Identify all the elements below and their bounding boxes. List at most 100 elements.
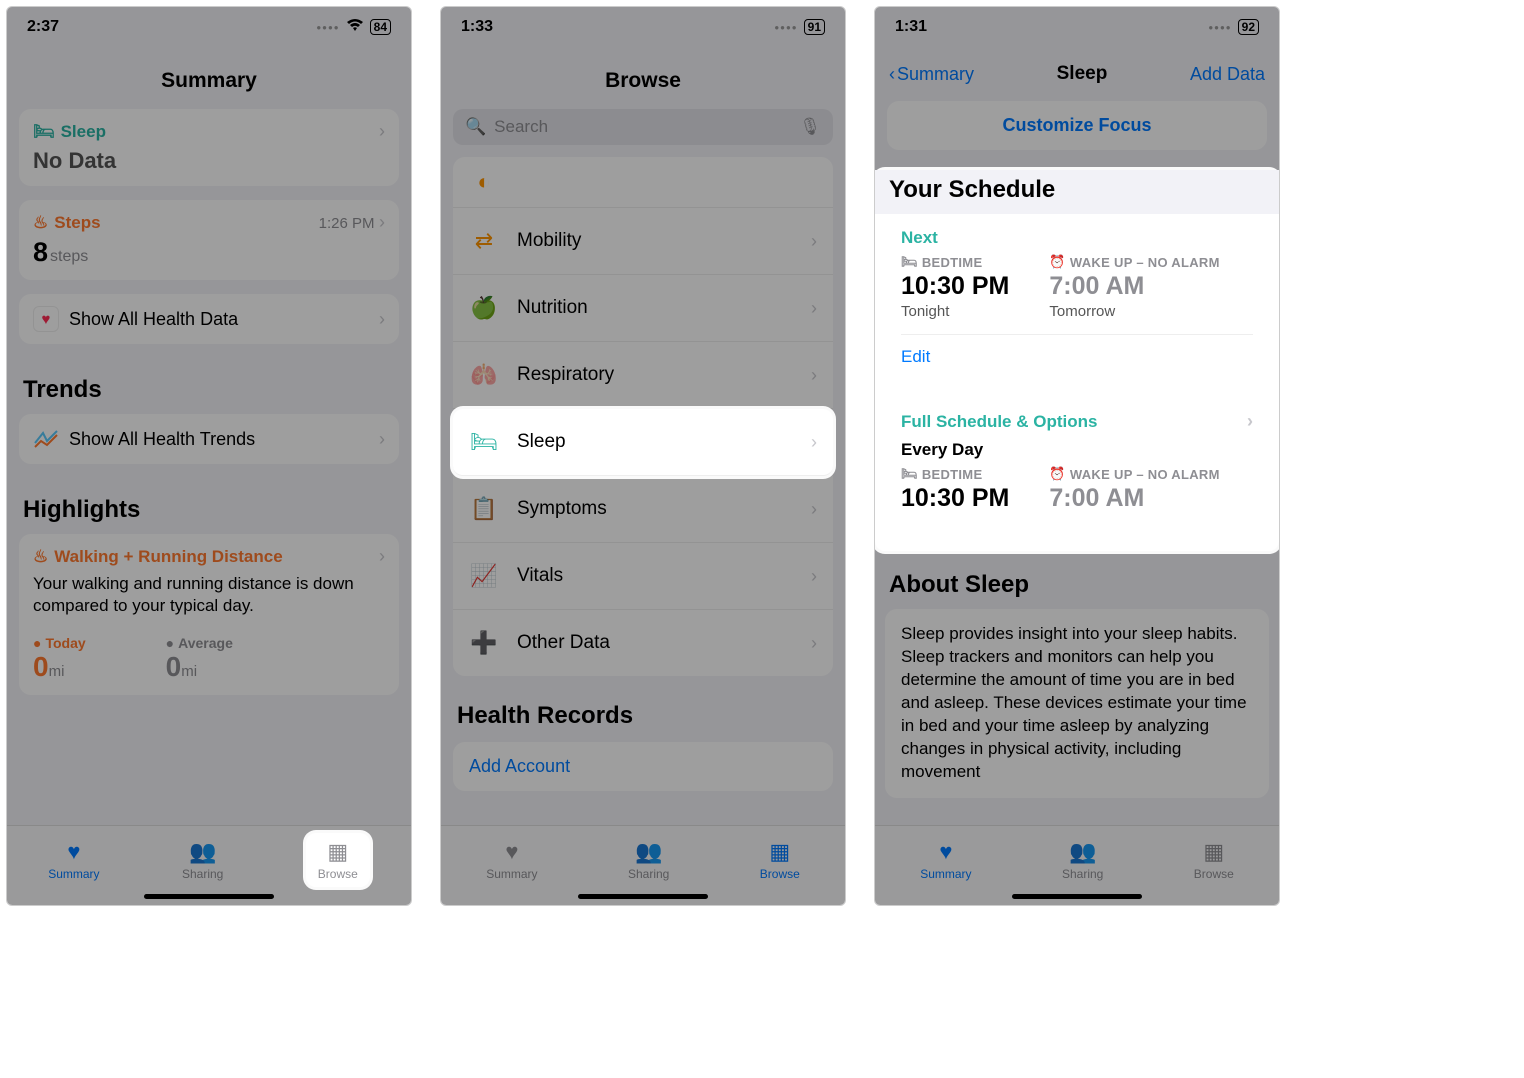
list-item-symptoms[interactable]: 📋 Symptoms › — [453, 476, 833, 543]
flame-icon: ♨ — [33, 213, 48, 233]
bed-icon: 🛏 — [33, 122, 55, 142]
status-time: 1:31 — [895, 18, 927, 36]
cellular-icon: ●●●● — [1208, 23, 1231, 32]
tab-bar: ♥Summary 👥Sharing ▦Browse — [7, 825, 411, 905]
tab-browse[interactable]: ▦Browse — [306, 833, 370, 887]
item-label: Vitals — [517, 565, 793, 587]
back-button[interactable]: ‹Summary — [889, 64, 974, 85]
tab-summary[interactable]: ♥Summary — [486, 839, 537, 881]
tab-summary[interactable]: ♥Summary — [920, 839, 971, 881]
next-schedule-card: Next 🛏BEDTIME 10:30 PM Tonight ⏰WAKE UP … — [885, 214, 1269, 381]
tab-summary[interactable]: ♥Summary — [48, 839, 99, 881]
highlight-title: Walking + Running Distance — [54, 547, 282, 567]
status-time: 1:33 — [461, 18, 493, 36]
wifi-icon — [346, 18, 364, 37]
chevron-icon: › — [811, 566, 817, 587]
home-indicator — [144, 894, 274, 899]
full-schedule-card[interactable]: Full Schedule & Options › Every Day 🛏BED… — [885, 397, 1269, 527]
screen-browse: 1:33 ●●●●91 Browse 🔍 Search 🎙 ◐ ⇄ Mobili… — [440, 6, 846, 906]
add-account-button[interactable]: Add Account — [453, 742, 833, 791]
battery-icon: 84 — [370, 19, 391, 35]
dot-icon: ● — [33, 635, 41, 651]
chevron-icon: › — [811, 231, 817, 252]
bedtime-time: 10:30 PM — [901, 272, 1009, 301]
grid-icon: ▦ — [327, 839, 348, 865]
mobility-icon: ⇄ — [469, 226, 499, 256]
item-label: Nutrition — [517, 297, 793, 319]
tab-bar: ♥Summary 👥Sharing ▦Browse — [875, 825, 1279, 905]
trends-heading: Trends — [19, 358, 399, 414]
wakeup-time-2: 7:00 AM — [1049, 484, 1219, 513]
sleep-label: Sleep — [61, 122, 106, 142]
chevron-icon: › — [811, 298, 817, 319]
list-item-sleep[interactable]: 🛏 Sleep › — [453, 409, 833, 476]
chevron-icon: › — [379, 546, 385, 567]
heart-icon: ♥ — [505, 839, 518, 865]
customize-focus-button[interactable]: Customize Focus — [887, 101, 1267, 150]
chevron-left-icon: ‹ — [889, 64, 895, 85]
bedtime-label: BEDTIME — [922, 467, 983, 482]
list-item-vitals[interactable]: 📈 Vitals › — [453, 543, 833, 610]
chevron-icon: › — [379, 121, 385, 142]
list-item-other[interactable]: ➕ Other Data › — [453, 610, 833, 676]
tab-sharing[interactable]: 👥Sharing — [628, 839, 669, 881]
tab-sharing[interactable]: 👥Sharing — [182, 839, 223, 881]
today-value: 0 — [33, 651, 49, 682]
list-item-mobility[interactable]: ⇄ Mobility › — [453, 208, 833, 275]
battery-icon: 92 — [1238, 19, 1259, 35]
screen-sleep: 1:31 ●●●● 92 ‹Summary Sleep Add Data Cust… — [874, 6, 1280, 906]
every-day-label: Every Day — [901, 440, 1253, 460]
people-icon: 👥 — [635, 839, 662, 865]
status-bar: 2:37 ●●●● 84 — [7, 7, 411, 47]
chevron-icon: › — [811, 633, 817, 654]
tab-browse[interactable]: ▦Browse — [760, 839, 800, 881]
sleep-card[interactable]: 🛏Sleep › No Data — [19, 109, 399, 186]
chevron-icon: › — [1247, 411, 1253, 432]
people-icon: 👥 — [189, 839, 216, 865]
about-body: Sleep provides insight into your sleep h… — [885, 609, 1269, 798]
item-label: Sleep — [517, 431, 793, 453]
tab-sharing[interactable]: 👥Sharing — [1062, 839, 1103, 881]
tonight-label: Tonight — [901, 303, 1009, 320]
full-schedule-label: Full Schedule & Options — [901, 412, 1097, 432]
screen-summary: 2:37 ●●●● 84 Summary 🛏Sleep › No Data ♨S… — [6, 6, 412, 906]
today-unit: mi — [49, 663, 65, 680]
edit-button[interactable]: Edit — [901, 334, 1253, 367]
steps-value: 8 — [33, 237, 48, 267]
highlight-card[interactable]: ♨Walking + Running Distance › Your walki… — [19, 534, 399, 695]
chevron-icon: › — [379, 212, 385, 232]
health-records-heading: Health Records — [453, 676, 833, 742]
tomorrow-label: Tomorrow — [1049, 303, 1219, 320]
add-data-button[interactable]: Add Data — [1190, 64, 1265, 85]
wakeup-label: WAKE UP – NO ALARM — [1070, 467, 1220, 482]
status-right: ●●●● 84 — [316, 18, 391, 37]
list-item-nutrition[interactable]: 🍏 Nutrition › — [453, 275, 833, 342]
grid-icon: ▦ — [1203, 839, 1224, 865]
status-bar: 1:33 ●●●●91 — [441, 7, 845, 47]
search-input[interactable]: 🔍 Search 🎙 — [453, 109, 833, 145]
tab-browse[interactable]: ▦Browse — [1194, 839, 1234, 881]
list-item-partial[interactable]: ◐ — [453, 157, 833, 208]
search-placeholder: Search — [494, 117, 791, 137]
steps-card[interactable]: ♨Steps 1:26 PM › 8steps — [19, 200, 399, 280]
avg-value: 0 — [166, 651, 182, 682]
highlights-heading: Highlights — [19, 478, 399, 534]
symptoms-icon: 📋 — [469, 494, 499, 524]
avg-label: Average — [178, 635, 233, 651]
chevron-icon: › — [379, 309, 385, 330]
heart-icon: ♥ — [33, 306, 59, 332]
browse-list: ◐ ⇄ Mobility › 🍏 Nutrition › 🫁 Respirato… — [453, 157, 833, 676]
alarm-icon: ⏰ — [1049, 254, 1066, 270]
bed-icon: 🛏 — [901, 254, 918, 270]
show-all-trends-label: Show All Health Trends — [69, 429, 255, 450]
chevron-icon: › — [811, 499, 817, 520]
nav-bar: ‹Summary Sleep Add Data — [875, 47, 1279, 101]
cellular-icon: ●●●● — [774, 23, 797, 32]
sleep-icon: 🛏 — [469, 427, 499, 457]
chevron-icon: › — [811, 432, 817, 453]
cellular-icon: ●●●● — [316, 23, 339, 32]
show-all-health-button[interactable]: ♥Show All Health Data › — [19, 294, 399, 344]
list-item-respiratory[interactable]: 🫁 Respiratory › — [453, 342, 833, 409]
show-all-trends-button[interactable]: Show All Health Trends › — [19, 414, 399, 464]
bedtime-label: BEDTIME — [922, 255, 983, 270]
